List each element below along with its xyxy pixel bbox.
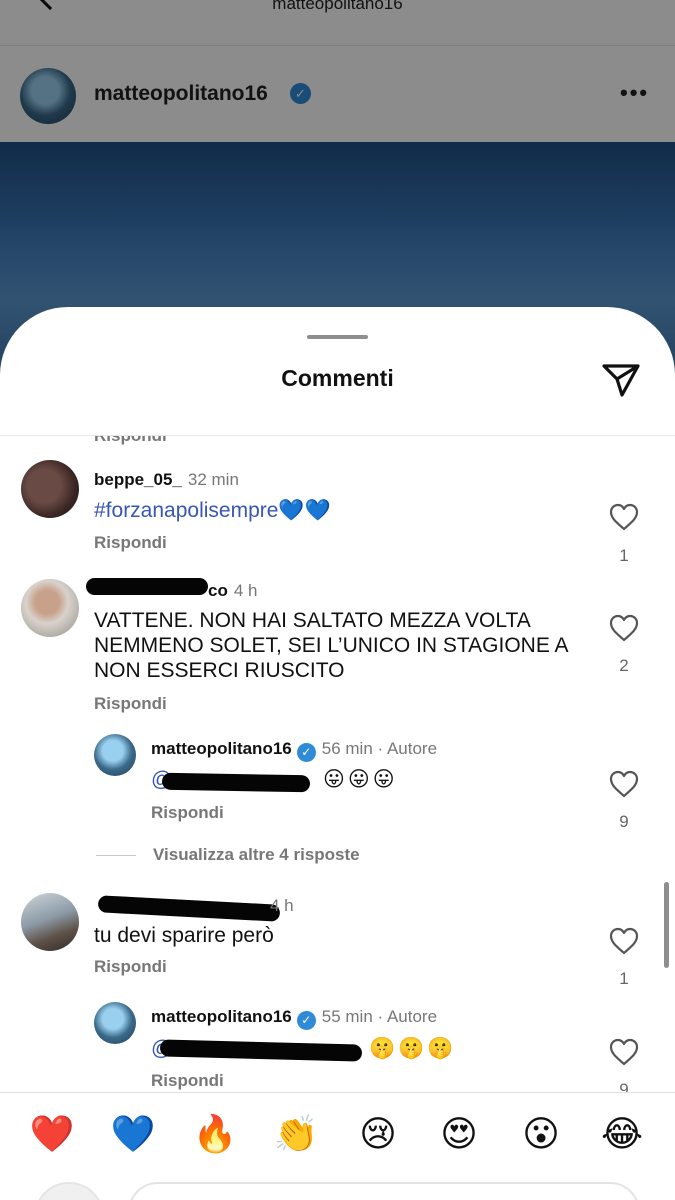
commenter-avatar[interactable] — [21, 460, 79, 518]
commenter-username[interactable]: beppe_05_ — [94, 470, 182, 489]
reply-button[interactable]: Rispondi — [94, 533, 167, 553]
composer-avatar — [34, 1182, 104, 1200]
reaction-heart-eyes[interactable]: 😍 — [436, 1111, 482, 1157]
comment-time: 32 min — [187, 470, 239, 489]
comments-sheet: Commenti Rispondi beppe_05_ 32 min #forza… — [0, 307, 675, 1200]
redaction-scribble — [86, 578, 208, 595]
comment-emojis: 🤫🤫🤫 — [369, 1037, 457, 1060]
quick-reactions-bar: ❤️ 💙 🔥 👏 😢 😍 😮 😂 — [0, 1092, 675, 1176]
sheet-drag-handle[interactable] — [307, 335, 368, 339]
reply-author-username[interactable]: matteopolitano16 — [151, 1007, 292, 1026]
comment-time: 4 h — [233, 581, 258, 600]
view-more-replies-label: Visualizza altre 4 risposte — [153, 845, 360, 864]
like-count: 9 — [619, 1080, 629, 1092]
like-count: 2 — [619, 656, 629, 675]
sheet-title: Commenti — [281, 365, 394, 391]
comment-meta: 4 h — [264, 896, 294, 916]
comments-list[interactable]: Rispondi beppe_05_ 32 min #forzanapolisem… — [0, 436, 675, 1092]
comment-time: 55 min — [321, 1007, 373, 1026]
comment-meta: matteopolitano16 ✓ 56 min · Autore — [151, 739, 437, 762]
heart-outline-icon[interactable] — [609, 770, 639, 798]
like-count: 9 — [619, 812, 629, 831]
reply-button[interactable]: Rispondi — [151, 1071, 224, 1091]
heart-outline-icon[interactable] — [609, 614, 639, 642]
reply-button[interactable]: Rispondi — [151, 803, 224, 823]
clipped-reply-link[interactable]: Rispondi — [94, 436, 167, 446]
reply-author-username[interactable]: matteopolitano16 — [151, 739, 292, 758]
commenter-username-suffix[interactable]: co — [208, 581, 228, 600]
reaction-red-heart[interactable]: ❤️ — [29, 1111, 75, 1157]
scrollbar[interactable] — [664, 882, 669, 968]
view-more-replies-button[interactable]: Visualizza altre 4 risposte — [96, 845, 360, 865]
reaction-clap[interactable]: 👏 — [273, 1111, 319, 1157]
reaction-crying[interactable]: 😢 — [355, 1111, 401, 1157]
comment-text[interactable]: VATTENE. NON HAI SALTATO MEZZA VOLTA NEM… — [94, 608, 574, 683]
send-paper-plane-icon[interactable] — [600, 360, 642, 400]
redaction-scribble — [161, 772, 311, 793]
verified-badge-icon: ✓ — [296, 1011, 316, 1030]
heart-outline-icon[interactable] — [609, 503, 639, 531]
reply-author-avatar[interactable] — [94, 734, 136, 776]
verified-badge-icon: ✓ — [296, 743, 316, 762]
thread-line — [96, 855, 136, 857]
like-count: 1 — [619, 546, 629, 565]
like-count: 1 — [619, 969, 629, 988]
commenter-avatar[interactable] — [21, 893, 79, 951]
comment-time: 56 min — [321, 739, 373, 758]
reply-author-avatar[interactable] — [94, 1002, 136, 1044]
reaction-blue-heart[interactable]: 💙 — [110, 1111, 156, 1157]
redaction-scribble — [97, 895, 281, 922]
reaction-laughing[interactable]: 😂 — [599, 1111, 645, 1157]
author-label: · Autore — [377, 1007, 438, 1026]
reaction-fire[interactable]: 🔥 — [192, 1111, 238, 1157]
reply-button[interactable]: Rispondi — [94, 957, 167, 977]
comment-meta: matteopolitano16 ✓ 55 min · Autore — [151, 1007, 437, 1030]
comment-meta: co 4 h — [208, 581, 257, 601]
comment-input[interactable] — [128, 1182, 640, 1200]
comment-emojis: 😛😛😛 — [323, 768, 398, 791]
author-label: · Autore — [377, 739, 438, 758]
commenter-avatar[interactable] — [21, 579, 79, 637]
comment-time: 4 h — [270, 896, 294, 915]
comment-text[interactable]: #forzanapolisempre💙💙 — [94, 498, 331, 523]
comment-meta: beppe_05_ 32 min — [94, 470, 239, 490]
comment-text[interactable]: tu devi sparire però — [94, 923, 274, 948]
reaction-surprised[interactable]: 😮 — [518, 1111, 564, 1157]
heart-outline-icon[interactable] — [609, 1038, 639, 1066]
reply-button[interactable]: Rispondi — [94, 694, 167, 714]
redaction-scribble — [159, 1039, 363, 1062]
heart-outline-icon[interactable] — [609, 927, 639, 955]
